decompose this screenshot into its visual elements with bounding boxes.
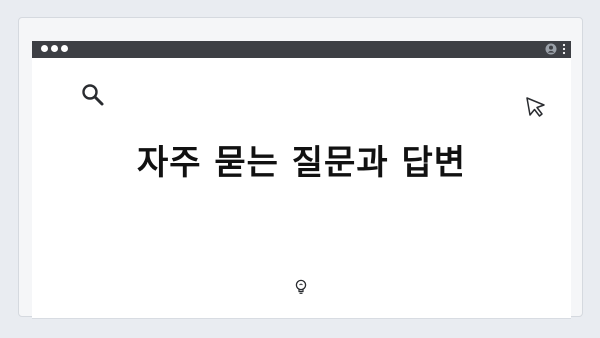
browser-title-bar	[32, 41, 571, 58]
browser-window: 자주 묻는 질문과 답변	[32, 41, 571, 319]
illustration-canvas: 자주 묻는 질문과 답변	[0, 0, 600, 338]
page-headline: 자주 묻는 질문과 답변	[136, 143, 467, 183]
kebab-menu-icon[interactable]	[562, 43, 566, 55]
window-controls	[41, 45, 68, 52]
window-control-dot[interactable]	[51, 45, 58, 52]
search-icon	[82, 84, 104, 106]
window-control-dot[interactable]	[41, 45, 48, 52]
window-control-dot[interactable]	[61, 45, 68, 52]
user-icon[interactable]	[545, 43, 557, 55]
lightbulb-icon	[295, 279, 307, 294]
cursor-arrow-icon	[526, 97, 545, 117]
